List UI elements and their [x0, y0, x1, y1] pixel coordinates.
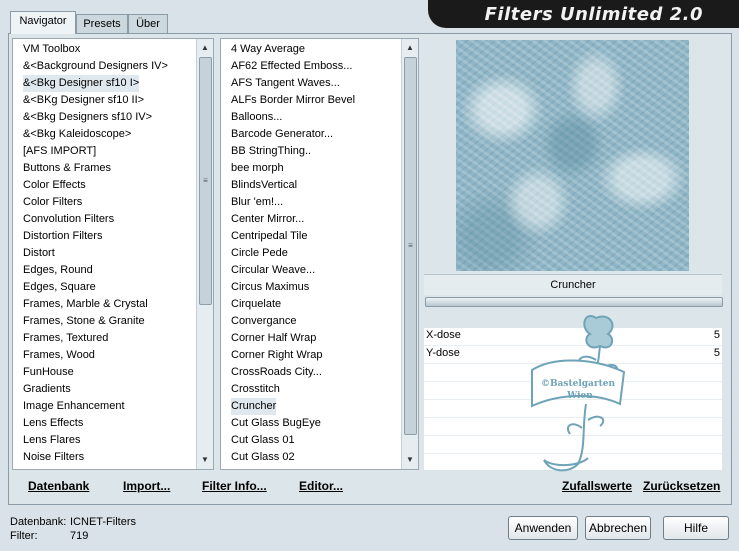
category-item[interactable]: Frames, Marble & Crystal — [23, 296, 148, 313]
filter-info-link[interactable]: Filter Info... — [202, 479, 267, 493]
category-item[interactable]: Edges, Round — [23, 262, 93, 279]
category-item[interactable]: Buttons & Frames — [23, 160, 111, 177]
filter-item[interactable]: BB StringThing.. — [231, 143, 311, 160]
filter-item[interactable]: BlindsVertical — [231, 177, 297, 194]
category-item[interactable]: &<Bkg Kaleidoscope> — [23, 126, 131, 143]
category-item[interactable]: FunHouse — [23, 364, 74, 381]
filter-scrollbar[interactable]: ▲ ≡ ▼ — [401, 39, 418, 469]
category-item[interactable]: Convolution Filters — [23, 211, 114, 228]
category-item[interactable]: Frames, Stone & Granite — [23, 313, 145, 330]
filter-item[interactable]: CrossRoads City... — [231, 364, 322, 381]
database-label: Datenbank: — [10, 516, 67, 528]
filter-item[interactable]: Circle Pede — [231, 245, 288, 262]
progress-bar — [425, 297, 723, 307]
filter-item[interactable]: Convergance — [231, 313, 296, 330]
watermark-logo: ©Bastelgarten Wien — [531, 315, 626, 472]
apply-button[interactable]: Anwenden — [508, 516, 578, 540]
filter-item[interactable]: Blur 'em!... — [231, 194, 283, 211]
filter-item[interactable]: Cirquelate — [231, 296, 281, 313]
database-link[interactable]: Datenbank — [28, 479, 89, 493]
category-scrollbar[interactable]: ▲ ≡ ▼ — [196, 39, 213, 469]
filter-item[interactable]: Crosstitch — [231, 381, 280, 398]
watermark-text-2: Wien — [566, 391, 593, 401]
category-item[interactable]: Lens Effects — [23, 415, 83, 432]
category-item[interactable]: Lens Flares — [23, 432, 80, 449]
category-item[interactable]: &<Bkg Designer sf10 I> — [23, 75, 140, 92]
category-item[interactable]: &<BKg Designer sf10 II> — [23, 92, 144, 109]
help-button[interactable]: Hilfe — [663, 516, 729, 540]
cancel-button[interactable]: Abbrechen — [585, 516, 651, 540]
scroll-up-icon[interactable]: ▲ — [197, 41, 213, 55]
filter-item[interactable]: Cruncher — [231, 398, 277, 415]
filter-item[interactable]: Center Mirror... — [231, 211, 304, 228]
param-value[interactable]: 5 — [714, 329, 720, 341]
category-item[interactable]: VM Toolbox — [23, 41, 80, 58]
filter-item[interactable]: Circus Maximus — [231, 279, 309, 296]
filter-list[interactable]: 4 Way Average AF62 Effected Emboss... AFS … — [220, 38, 419, 470]
category-item[interactable]: Color Filters — [23, 194, 82, 211]
category-item[interactable]: Frames, Textured — [23, 330, 108, 347]
app-title: Filters Unlimited 2.0 — [484, 4, 703, 25]
category-item[interactable]: Noise Filters — [23, 449, 84, 466]
reset-link[interactable]: Zurücksetzen — [643, 479, 720, 493]
scroll-down-icon[interactable]: ▼ — [402, 453, 418, 467]
category-item[interactable]: Edges, Square — [23, 279, 96, 296]
watermark-text-1: ©Bastelgarten — [541, 379, 616, 389]
filter-item[interactable]: Barcode Generator... — [231, 126, 333, 143]
title-bar: Filters Unlimited 2.0 — [428, 0, 739, 28]
param-label: Y-dose — [426, 347, 460, 359]
param-label: X-dose — [426, 329, 461, 341]
filter-item[interactable]: Centripedal Tile — [231, 228, 307, 245]
category-item[interactable]: Image Enhancement — [23, 398, 125, 415]
preview-image — [456, 40, 689, 271]
scroll-down-icon[interactable]: ▼ — [197, 453, 213, 467]
tab-presets[interactable]: Presets — [76, 14, 128, 33]
filter-item[interactable]: Corner Right Wrap — [231, 347, 323, 364]
selected-filter-name: Cruncher — [424, 274, 722, 295]
filter-item[interactable]: Cut Glass 02 — [231, 449, 295, 466]
category-item[interactable]: [AFS IMPORT] — [23, 143, 96, 160]
filter-item[interactable]: AF62 Effected Emboss... — [231, 58, 352, 75]
tab-about[interactable]: Über — [128, 14, 168, 33]
import-link[interactable]: Import... — [123, 479, 170, 493]
filter-item[interactable]: Cut Glass 01 — [231, 432, 295, 449]
random-values-link[interactable]: Zufallswerte — [562, 479, 632, 493]
filter-item[interactable]: Circular Weave... — [231, 262, 315, 279]
tab-navigator[interactable]: Navigator — [10, 11, 76, 34]
filter-item[interactable]: AFS Tangent Waves... — [231, 75, 340, 92]
filter-count-label: Filter: — [10, 530, 38, 542]
category-item[interactable]: &<Background Designers IV> — [23, 58, 168, 75]
filter-count-value: 719 — [70, 530, 89, 542]
category-item[interactable]: Gradients — [23, 381, 71, 398]
filter-item[interactable]: Balloons... — [231, 109, 282, 126]
category-item[interactable]: Distortion Filters — [23, 228, 102, 245]
filter-item[interactable]: ALFs Border Mirror Bevel — [231, 92, 355, 109]
database-value: ICNET-Filters — [70, 516, 136, 528]
filter-item[interactable]: bee morph — [231, 160, 284, 177]
filter-scroll-thumb[interactable]: ≡ — [404, 57, 417, 435]
param-value[interactable]: 5 — [714, 347, 720, 359]
category-item[interactable]: Distort — [23, 245, 55, 262]
filter-item[interactable]: Cut Glass BugEye — [231, 415, 321, 432]
category-list[interactable]: VM Toolbox &<Background Designers IV> &<Bk… — [12, 38, 214, 470]
filter-item[interactable]: Corner Half Wrap — [231, 330, 316, 347]
category-scroll-thumb[interactable]: ≡ — [199, 57, 212, 305]
category-item[interactable]: &<Bkg Designers sf10 IV> — [23, 109, 152, 126]
editor-link[interactable]: Editor... — [299, 479, 343, 493]
category-item[interactable]: Frames, Wood — [23, 347, 95, 364]
filter-item[interactable]: 4 Way Average — [231, 41, 305, 58]
scroll-up-icon[interactable]: ▲ — [402, 41, 418, 55]
category-item[interactable]: Color Effects — [23, 177, 86, 194]
